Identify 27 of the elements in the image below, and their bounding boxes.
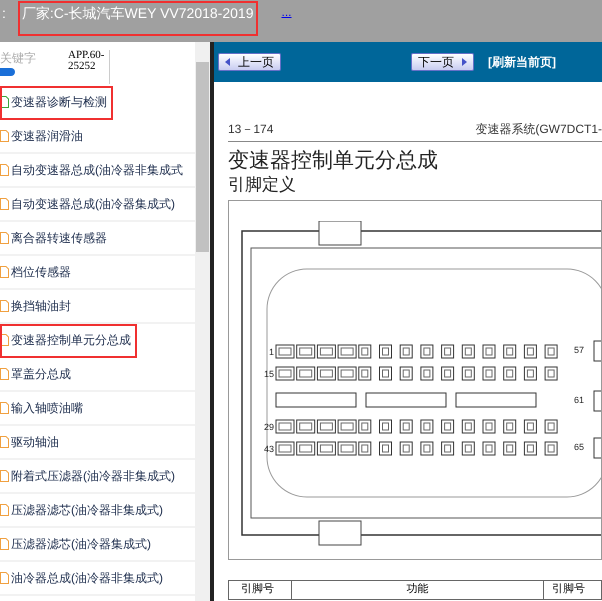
keyword-label: 关键字 — [0, 50, 37, 66]
vehicle-title: 厂家:C-长城汽车WEY VV72018-2019 — [20, 3, 256, 34]
refresh-link[interactable]: [刷新当前页] — [488, 53, 556, 71]
right-arrow-icon — [462, 58, 467, 66]
search-button[interactable] — [0, 68, 15, 76]
previous-page-button[interactable]: 上一页 — [218, 53, 281, 71]
pin-number: 29 — [264, 422, 274, 432]
left-arrow-icon — [225, 58, 230, 66]
document-title: 变速器控制单元分总成 — [228, 148, 439, 174]
next-page-button[interactable]: 下一页 — [411, 53, 474, 71]
table-header-cell-text: 引脚号 — [551, 582, 585, 597]
pin-number: 57 — [574, 345, 584, 355]
section-title: 变速器系统(GW7DCT1- — [475, 121, 602, 138]
page-number: 13－174 — [228, 121, 274, 138]
pin-number: 61 — [574, 395, 584, 405]
table-header-cell: 功能 — [292, 581, 544, 599]
pin-number: 43 — [264, 444, 274, 454]
pin-number: 1 — [268, 347, 274, 357]
pin-number: 15 — [264, 369, 274, 379]
app-code: APP.60-25252 — [68, 50, 110, 84]
document-subtitle: 引脚定义 — [228, 174, 297, 196]
tree-item[interactable]: 变速器诊断与检测 — [0, 86, 113, 120]
pin-number: 65 — [574, 442, 584, 452]
more-link[interactable]: ... — [282, 3, 292, 21]
tree-item[interactable]: 变速器控制单元分总成 — [0, 324, 137, 358]
table-header-cell: 引脚号 — [229, 581, 292, 599]
separator-text: : — [2, 4, 6, 23]
